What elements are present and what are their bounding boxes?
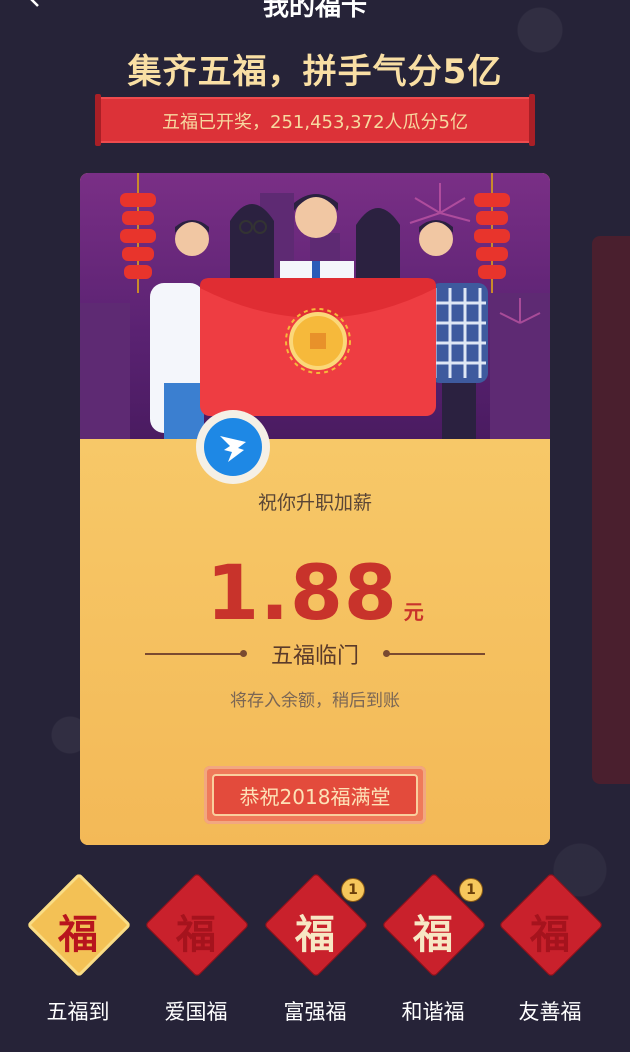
fu-char: 福: [176, 911, 216, 958]
tab-hexiefu[interactable]: 福 1 和谐福: [373, 872, 493, 1042]
next-card-peek[interactable]: [592, 236, 630, 784]
fu-char: 福: [295, 911, 335, 958]
blessing-text: 祝你升职加薪: [257, 492, 372, 514]
divider-right: [383, 650, 485, 657]
fu-char: 福: [530, 911, 570, 958]
deposit-note: 将存入余额，稍后到账: [230, 691, 400, 711]
prize-subtitle-row: 五福临门: [135, 638, 495, 669]
fu-char: 福: [413, 911, 453, 958]
ribbon-text: 五福已开奖，251,453,372人瓜分5亿: [162, 112, 468, 133]
prize-amount: 1.88 元: [80, 548, 550, 637]
announcement-ribbon: 五福已开奖，251,453,372人瓜分5亿: [95, 94, 535, 146]
dingtalk-wing-icon: [220, 436, 246, 462]
amount-unit: 元: [403, 600, 424, 624]
tab-label: 五福到: [46, 1000, 110, 1024]
dingtalk-logo: [196, 410, 270, 484]
headline: 集齐五福，拼手气分5亿: [127, 52, 503, 92]
tab-label: 爱国福: [164, 1000, 228, 1024]
tab-fuqiangfu[interactable]: 福 1 富强福: [255, 872, 375, 1042]
amount-value: 1.88: [206, 548, 398, 637]
tab-label: 和谐福: [401, 1000, 465, 1024]
page-title: 我的福卡: [262, 0, 367, 22]
tab-aiguofu[interactable]: 福 爱国福: [136, 872, 256, 1042]
fu-card-tabs: 福 五福到 福 爱国福 福 1 富强福 福 1 和谐福 福 友善福: [0, 872, 630, 1052]
count-badge: 1: [459, 878, 483, 902]
congrats-button[interactable]: 恭祝2018福满堂: [204, 766, 426, 824]
card-illustration: [80, 173, 550, 439]
fu-char: 福: [58, 911, 98, 958]
top-nav: 我的福卡: [0, 0, 630, 22]
tab-wufudao[interactable]: 福 五福到: [18, 872, 138, 1042]
tab-youshanfu[interactable]: 福 友善福: [490, 872, 610, 1042]
count-badge: 1: [341, 878, 365, 902]
tab-label: 富强福: [283, 1000, 347, 1024]
celebration-illustration: [80, 173, 550, 439]
congrats-button-label: 恭祝2018福满堂: [212, 774, 418, 816]
tab-label: 友善福: [518, 1000, 582, 1024]
